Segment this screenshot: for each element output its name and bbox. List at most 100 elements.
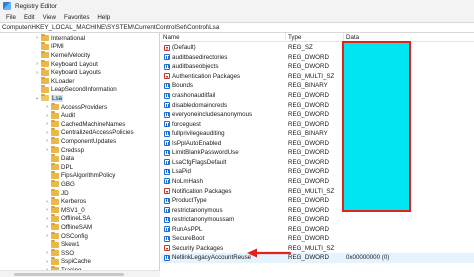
chevron-right-icon[interactable]: ›: [34, 35, 40, 41]
chevron-right-icon[interactable]: ›: [44, 121, 50, 127]
binary-value-icon: [164, 207, 170, 214]
scrollbar-thumb[interactable]: [14, 273, 124, 276]
binary-value-icon: [164, 82, 170, 89]
chevron-right-icon[interactable]: ›: [44, 138, 50, 144]
value-name: Bounds: [172, 82, 193, 90]
value-row[interactable]: auditbaseobjects REG_DWORD: [161, 62, 474, 72]
tree-item[interactable]: › SSO: [44, 248, 74, 258]
tree-item[interactable]: DPL: [44, 162, 73, 172]
tree-item-label: CentralizedAccessPolicies: [61, 129, 134, 137]
folder-icon: [41, 68, 49, 76]
tree-item[interactable]: GBG: [44, 179, 75, 189]
value-row[interactable]: LsaPid REG_DWORD: [161, 167, 474, 177]
chevron-right-icon[interactable]: ›: [44, 130, 50, 136]
value-row[interactable]: NetlinkLegacyAccountReuse REG_DWORD 0x0000…: [161, 253, 474, 263]
tree-item[interactable]: › CachedMachineNames: [44, 119, 125, 129]
chevron-right-icon[interactable]: ›: [44, 259, 50, 265]
tree-item[interactable]: › Keyboard Layout: [34, 59, 98, 69]
tree-item[interactable]: FipsAlgorithmPolicy: [44, 171, 115, 181]
chevron-right-icon[interactable]: ›: [44, 224, 50, 230]
value-row[interactable]: RunAsPPL REG_DWORD: [161, 224, 474, 234]
tree-item[interactable]: › Audit: [44, 111, 75, 120]
tree-item[interactable]: › AccessProviders: [44, 102, 107, 112]
menu-file[interactable]: File: [2, 14, 20, 21]
menu-favorites[interactable]: Favorites: [60, 14, 93, 21]
value-type: REG_DWORD: [288, 235, 329, 243]
value-name: crashonauditfail: [172, 92, 216, 100]
tree-item[interactable]: › SspiCache: [44, 257, 91, 267]
tree-item[interactable]: › OfflineLSA: [44, 214, 90, 224]
string-value-icon: [164, 245, 170, 252]
chevron-right-icon[interactable]: ›: [44, 147, 50, 153]
value-name: LimitBlankPasswordUse: [172, 149, 239, 157]
tree-item[interactable]: › ComponentUpdates: [44, 136, 116, 146]
value-row[interactable]: disabledomaincreds REG_DWORD: [161, 100, 474, 110]
address-path: Computer\HKEY_LOCAL_MACHINE\SYSTEM\Curre…: [2, 24, 220, 31]
chevron-right-icon[interactable]: ›: [44, 207, 50, 213]
column-header-type[interactable]: Type: [286, 33, 344, 42]
menu-view[interactable]: View: [39, 14, 60, 21]
tree-item-label: Credssp: [61, 146, 85, 154]
value-row[interactable]: LsaCfgFlagsDefault REG_DWORD: [161, 158, 474, 168]
folder-icon: [51, 214, 59, 222]
tree-item[interactable]: JD: [44, 188, 69, 198]
title-bar: Registry Editor: [0, 0, 474, 12]
tree-item[interactable]: › MSV1_0: [44, 205, 85, 215]
value-row[interactable]: Bounds REG_BINARY: [161, 81, 474, 91]
value-row[interactable]: Authentication Packages REG_MULTI_SZ: [161, 72, 474, 82]
chevron-right-icon[interactable]: ›: [34, 61, 40, 67]
value-row[interactable]: NoLmHash REG_DWORD: [161, 177, 474, 187]
value-row[interactable]: forceguest REG_DWORD: [161, 119, 474, 129]
value-row[interactable]: IsPplAutoEnabled REG_DWORD: [161, 139, 474, 149]
value-row[interactable]: Notification Packages REG_MULTI_SZ: [161, 186, 474, 196]
folder-icon: [41, 85, 49, 93]
value-type: REG_DWORD: [288, 111, 329, 119]
value-row[interactable]: restrictanonymoussam REG_DWORD: [161, 215, 474, 225]
value-row[interactable]: restrictanonymous REG_DWORD: [161, 205, 474, 215]
chevron-right-icon[interactable]: ›: [44, 113, 50, 119]
value-row[interactable]: LimitBlankPasswordUse REG_DWORD: [161, 148, 474, 158]
tree-item[interactable]: › International: [34, 33, 85, 43]
tree-item[interactable]: Skew1: [44, 240, 80, 249]
chevron-right-icon[interactable]: ›: [44, 199, 50, 205]
menu-edit[interactable]: Edit: [20, 14, 39, 21]
tree-item[interactable]: › OfflineSAM: [44, 222, 92, 232]
tree-item[interactable]: › Credssp: [44, 145, 85, 155]
chevron-right-icon[interactable]: ›: [34, 70, 40, 76]
chevron-right-icon[interactable]: ›: [44, 104, 50, 110]
address-bar[interactable]: Computer\HKEY_LOCAL_MACHINE\SYSTEM\Curre…: [0, 22, 474, 33]
tree-item[interactable]: KLoader: [34, 76, 74, 86]
chevron-right-icon[interactable]: ›: [44, 216, 50, 222]
value-row[interactable]: auditbasedirectories REG_DWORD: [161, 53, 474, 63]
folder-icon: [41, 42, 49, 50]
tree-item[interactable]: ⌄ Lsa: [34, 93, 63, 103]
value-row[interactable]: Security Packages REG_MULTI_SZ: [161, 244, 474, 254]
column-header-name[interactable]: Name: [161, 33, 286, 42]
value-name: forceguest: [172, 120, 201, 128]
tree-item[interactable]: › CentralizedAccessPolicies: [44, 128, 134, 138]
value-row[interactable]: ProductType REG_DWORD: [161, 196, 474, 206]
menu-help[interactable]: Help: [93, 14, 114, 21]
tree-item[interactable]: KernelVelocity: [34, 50, 90, 60]
value-name: everyoneincludesanonymous: [172, 111, 253, 119]
tree-item[interactable]: Data: [44, 154, 74, 163]
value-row[interactable]: crashonauditfail REG_DWORD: [161, 91, 474, 101]
value-type: REG_DWORD: [288, 149, 329, 157]
chevron-right-icon[interactable]: ›: [44, 250, 50, 256]
value-row[interactable]: SecureBoot REG_DWORD: [161, 234, 474, 244]
value-row[interactable]: (Default) REG_SZ: [161, 43, 474, 53]
tree-item[interactable]: LeapSecondInformation: [34, 85, 117, 95]
tree-horizontal-scrollbar[interactable]: [0, 270, 160, 277]
value-data: 0x00000000 (0): [346, 254, 390, 262]
value-row[interactable]: everyoneincludesanonymous REG_DWORD: [161, 110, 474, 120]
tree-item[interactable]: › Keyboard Layouts: [34, 68, 101, 77]
value-name: disabledomaincreds: [172, 101, 228, 109]
tree-item[interactable]: › OSConfig: [44, 231, 88, 241]
tree-item[interactable]: IPMI: [34, 42, 64, 52]
value-row[interactable]: fullprivilegeauditing REG_BINARY: [161, 129, 474, 139]
tree-item[interactable]: › Kerberos: [44, 197, 86, 206]
chevron-down-icon[interactable]: ⌄: [34, 95, 40, 101]
chevron-right-icon[interactable]: ›: [44, 233, 50, 239]
binary-value-icon: [164, 92, 170, 99]
value-name: fullprivilegeauditing: [172, 130, 225, 138]
